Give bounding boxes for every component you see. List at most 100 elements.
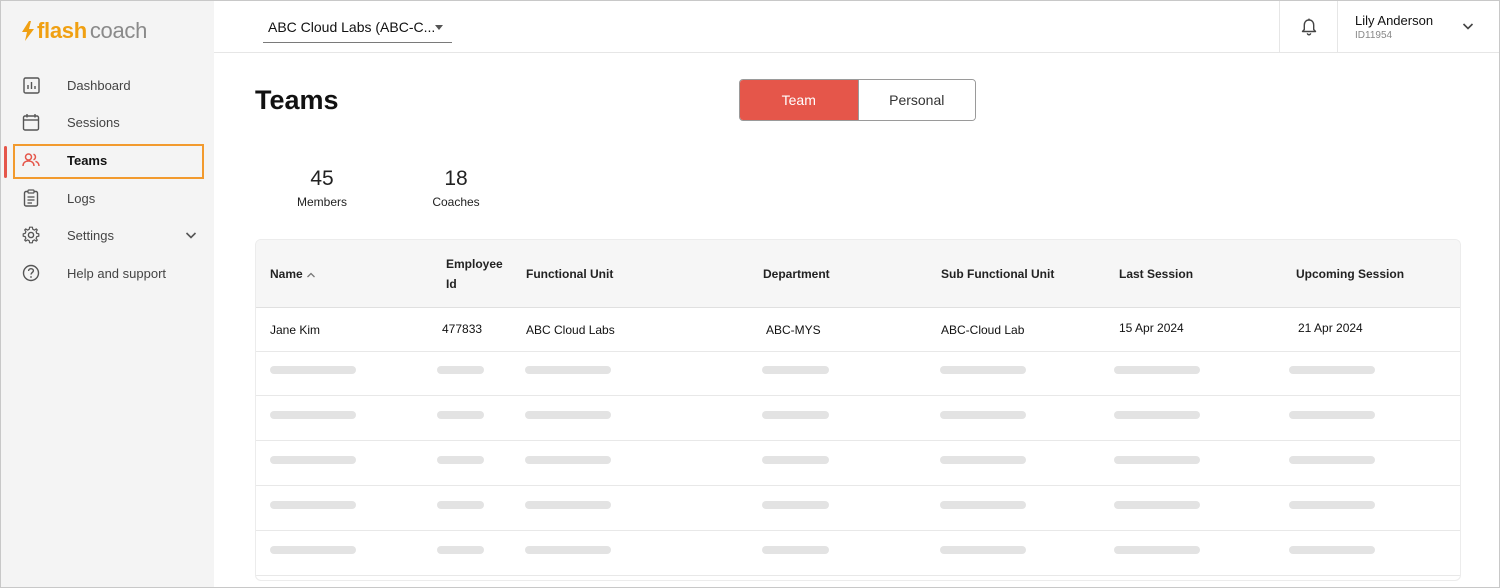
column-header-upcoming-session[interactable]: Upcoming Session	[1296, 264, 1404, 284]
column-header-label: Name	[270, 267, 303, 281]
user-menu-chevron-down-icon[interactable]	[1461, 19, 1475, 33]
table-row[interactable]: Jane Kim 477833 ABC Cloud Labs ABC-MYS A…	[256, 308, 1460, 352]
chevron-down-icon[interactable]	[184, 228, 198, 242]
members-stat: 45 Members	[287, 167, 357, 209]
skeleton-placeholder	[762, 411, 829, 419]
column-header-employee-id[interactable]: Employee Id	[446, 254, 503, 294]
sidebar-item-label: Help and support	[67, 265, 167, 281]
cell-name: Jane Kim	[270, 323, 321, 337]
skeleton-placeholder	[1289, 411, 1375, 419]
skeleton-placeholder	[437, 411, 484, 419]
coaches-stat: 18 Coaches	[421, 167, 491, 209]
help-circle-icon	[22, 264, 40, 282]
skeleton-placeholder	[940, 366, 1026, 374]
cell-functional-unit: ABC Cloud Labs	[526, 323, 615, 337]
table-header: Name Employee Id Functional Unit Departm…	[256, 240, 1460, 308]
cell-sub-functional-unit: ABC-Cloud Lab	[941, 323, 1025, 337]
flashcoach-logo[interactable]: flash coach	[21, 17, 147, 45]
personal-toggle-button[interactable]: Personal	[857, 80, 975, 120]
skeleton-placeholder	[940, 456, 1026, 464]
page-title: Teams	[255, 85, 339, 115]
members-count: 45	[310, 167, 334, 190]
cell-employee-id: 477833	[442, 322, 483, 336]
skeleton-placeholder	[437, 546, 484, 554]
skeleton-placeholder	[437, 501, 484, 509]
skeleton-placeholder	[1289, 456, 1375, 464]
skeleton-placeholder	[270, 366, 356, 374]
sidebar-item-dashboard[interactable]: Dashboard	[1, 68, 214, 102]
column-header-label: Employee	[446, 257, 503, 271]
skeleton-placeholder	[270, 456, 356, 464]
skeleton-placeholder	[1289, 501, 1375, 509]
gear-icon	[22, 226, 40, 244]
sidebar: flash coach Dashboard Sessions Teams Log…	[1, 1, 214, 587]
skeleton-row	[256, 532, 1460, 576]
sidebar-item-settings[interactable]: Settings	[1, 218, 214, 252]
skeleton-placeholder	[270, 546, 356, 554]
sidebar-item-sessions[interactable]: Sessions	[1, 105, 214, 139]
app-window: flash coach Dashboard Sessions Teams Log…	[0, 0, 1500, 588]
logo-coach-text: coach	[89, 18, 148, 43]
column-header-department[interactable]: Department	[763, 264, 830, 284]
caret-down-icon	[435, 25, 443, 30]
skeleton-placeholder	[525, 546, 611, 554]
skeleton-placeholder	[437, 366, 484, 374]
skeleton-placeholder	[1289, 366, 1375, 374]
skeleton-placeholder	[1114, 546, 1200, 554]
skeleton-placeholder	[525, 501, 611, 509]
skeleton-placeholder	[762, 546, 829, 554]
skeleton-placeholder	[525, 366, 611, 374]
sidebar-item-label: Dashboard	[67, 77, 131, 93]
column-header-label: Id	[446, 277, 457, 291]
skeleton-placeholder	[1114, 366, 1200, 374]
user-id: ID11954	[1355, 30, 1393, 41]
skeleton-placeholder	[762, 456, 829, 464]
sidebar-item-label: Sessions	[67, 114, 120, 130]
top-bar: ABC Cloud Labs (ABC-C... Lily Anderson I…	[214, 1, 1499, 53]
column-header-functional-unit[interactable]: Functional Unit	[526, 264, 613, 284]
skeleton-placeholder	[1289, 546, 1375, 554]
skeleton-row	[256, 352, 1460, 396]
highlight-outline	[13, 144, 204, 179]
members-table: Name Employee Id Functional Unit Departm…	[255, 239, 1461, 581]
skeleton-placeholder	[1114, 501, 1200, 509]
skeleton-placeholder	[270, 411, 356, 419]
skeleton-placeholder	[437, 456, 484, 464]
skeleton-row	[256, 487, 1460, 531]
clipboard-icon	[22, 189, 40, 207]
calendar-icon	[22, 113, 40, 131]
skeleton-placeholder	[270, 501, 356, 509]
sidebar-item-help[interactable]: Help and support	[1, 256, 214, 290]
skeleton-placeholder	[940, 411, 1026, 419]
organization-select-value: ABC Cloud Labs (ABC-C...	[268, 19, 436, 35]
cell-department: ABC-MYS	[766, 323, 821, 337]
team-toggle-button[interactable]: Team	[740, 80, 858, 120]
lightning-bolt-icon	[22, 21, 34, 41]
skeleton-placeholder	[525, 411, 611, 419]
cell-upcoming-session: 21 Apr 2024	[1298, 321, 1363, 335]
notifications-button[interactable]	[1279, 1, 1338, 53]
skeleton-row	[256, 397, 1460, 441]
user-name: Lily Anderson	[1355, 13, 1434, 28]
skeleton-placeholder	[940, 546, 1026, 554]
sidebar-item-logs[interactable]: Logs	[1, 181, 214, 215]
sort-ascending-icon	[306, 272, 315, 278]
column-header-name[interactable]: Name	[270, 264, 316, 284]
column-header-sub-functional-unit[interactable]: Sub Functional Unit	[941, 264, 1054, 284]
organization-select[interactable]: ABC Cloud Labs (ABC-C...	[263, 15, 452, 43]
members-label: Members	[296, 195, 347, 209]
skeleton-placeholder	[762, 366, 829, 374]
coaches-count: 18	[444, 167, 468, 190]
cell-last-session: 15 Apr 2024	[1119, 321, 1184, 335]
skeleton-placeholder	[1114, 411, 1200, 419]
skeleton-placeholder	[525, 456, 611, 464]
bell-icon	[1301, 18, 1316, 36]
skeleton-placeholder	[940, 501, 1026, 509]
sidebar-item-label: Settings	[67, 227, 114, 243]
sidebar-item-label: Logs	[67, 190, 96, 206]
team-personal-toggle: Team Personal	[739, 79, 976, 121]
skeleton-placeholder	[1114, 456, 1200, 464]
column-header-last-session[interactable]: Last Session	[1119, 264, 1193, 284]
bar-chart-icon	[22, 76, 40, 94]
skeleton-row	[256, 442, 1460, 486]
